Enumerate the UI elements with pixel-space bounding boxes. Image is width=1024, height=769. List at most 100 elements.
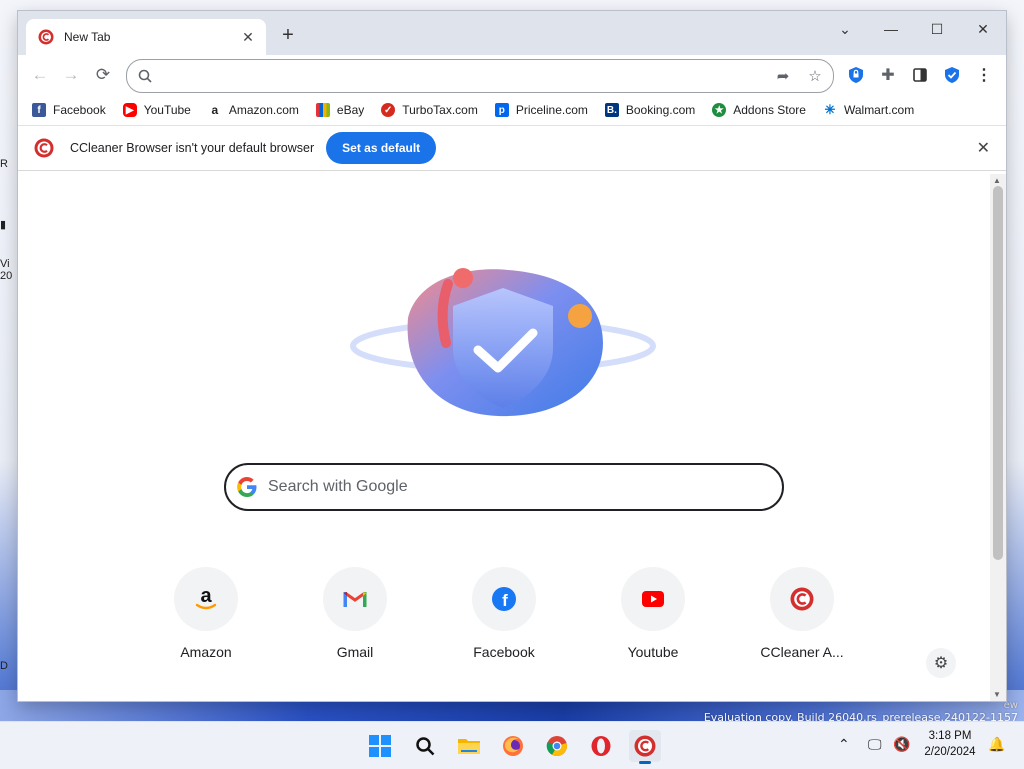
bookmarks-bar: f Facebook ▶ YouTube a Amazon.com eBay ✓ Tur… <box>18 95 1006 125</box>
opera-icon[interactable] <box>585 730 617 762</box>
clock-time: 3:18 PM <box>928 730 972 742</box>
windows-start-icon[interactable] <box>364 730 396 762</box>
bookmark-turbotax[interactable]: ✓ TurboTax.com <box>381 103 478 117</box>
bookmark-booking[interactable]: B. Booking.com <box>604 103 696 117</box>
bookmark-label: Addons Store <box>733 103 806 117</box>
shortcut-facebook[interactable]: f Facebook <box>449 567 559 660</box>
shortcut-youtube[interactable]: Youtube <box>598 567 708 660</box>
desktop-icon-fragment[interactable]: R <box>0 158 18 170</box>
address-bar[interactable]: ➦ ☆ <box>126 59 834 93</box>
shortcut-tile <box>323 567 387 631</box>
desktop-icon-fragment[interactable]: Vi 20 <box>0 258 18 282</box>
minimize-button[interactable]: — <box>868 15 914 43</box>
new-tab-button[interactable]: + <box>276 23 300 47</box>
reload-button[interactable]: ⟳ <box>91 63 115 87</box>
show-hidden-icons-chevron-icon[interactable]: ⌃ <box>838 736 850 753</box>
firefox-icon[interactable] <box>497 730 529 762</box>
desktop-icon-fragment[interactable]: ▮ <box>0 218 18 231</box>
shortcut-tile: a <box>174 567 238 631</box>
ccleaner-browser-taskbar-icon[interactable] <box>629 730 661 764</box>
new-tab-page: a Amazon Gmail f <box>18 174 1006 701</box>
addons-store-icon: ★ <box>712 103 727 117</box>
menu-kebab-icon[interactable]: ⋮ <box>972 63 996 87</box>
shortcut-tile <box>621 567 685 631</box>
bookmark-star-icon[interactable]: ☆ <box>805 66 825 86</box>
search-icon <box>135 66 155 86</box>
shortcut-label: CCleaner A... <box>760 644 844 660</box>
privacy-shield-extension-icon[interactable] <box>844 63 868 87</box>
shortcut-label: Amazon <box>180 644 232 660</box>
network-icon[interactable]: 🖵 <box>868 736 882 753</box>
facebook-icon: f <box>492 587 516 611</box>
scroll-down-arrow-icon[interactable]: ▼ <box>993 690 1001 699</box>
side-panel-icon[interactable] <box>908 63 932 87</box>
bookmark-amazon[interactable]: a Amazon.com <box>207 103 299 117</box>
page-scrollbar[interactable]: ▲ ▼ <box>990 174 1006 701</box>
edition-watermark: ew <box>1003 700 1018 711</box>
shortcut-label: Youtube <box>627 644 679 660</box>
shortcut-tile <box>770 567 834 631</box>
taskbar: ⌃ 🖵 🔇 3:18 PM 2/20/2024 🔔 <box>0 721 1024 769</box>
svg-text:f: f <box>502 591 508 610</box>
google-search-box[interactable] <box>224 463 784 511</box>
turbotax-icon: ✓ <box>381 103 396 117</box>
priceline-icon: p <box>494 103 509 117</box>
address-input[interactable] <box>163 65 767 87</box>
back-button[interactable]: ← <box>28 63 52 87</box>
desktop-icon-fragment[interactable]: D <box>0 660 18 672</box>
bookmark-ebay[interactable]: eBay <box>315 103 364 117</box>
bookmark-label: Priceline.com <box>515 103 588 117</box>
tab-new-tab[interactable]: New Tab ✕ <box>26 19 266 55</box>
shortcut-tile: f <box>472 567 536 631</box>
bookmark-priceline[interactable]: p Priceline.com <box>494 103 588 117</box>
security-shield-icon[interactable] <box>940 63 964 87</box>
close-infobar-icon[interactable]: ✕ <box>977 138 990 158</box>
bookmark-facebook[interactable]: f Facebook <box>32 103 106 117</box>
scrollbar-thumb[interactable] <box>993 186 1003 560</box>
notification-bell-icon[interactable]: 🔔 <box>988 736 1005 753</box>
clock-date: 2/20/2024 <box>924 746 976 758</box>
infobar-message: CCleaner Browser isn't your default brow… <box>70 141 315 155</box>
volume-muted-icon[interactable]: 🔇 <box>893 736 910 753</box>
scroll-up-arrow-icon[interactable]: ▲ <box>993 176 1001 185</box>
security-shield-illustration <box>350 268 656 417</box>
maximize-button[interactable]: ☐ <box>914 15 960 43</box>
search-icon[interactable] <box>409 730 441 762</box>
youtube-icon <box>642 591 664 607</box>
bookmark-walmart[interactable]: ✳ Walmart.com <box>822 102 914 117</box>
ccleaner-icon <box>34 138 54 158</box>
close-window-button[interactable]: ✕ <box>960 15 1006 43</box>
system-clock[interactable]: 3:18 PM 2/20/2024 <box>918 728 982 760</box>
tab-title: New Tab <box>64 30 111 44</box>
customize-gear-icon[interactable]: ⚙ <box>926 648 956 678</box>
search-input[interactable] <box>266 475 760 499</box>
svg-text:a: a <box>200 585 212 607</box>
bookmark-label: Booking.com <box>625 103 696 117</box>
ccleaner-icon <box>790 587 814 611</box>
share-icon[interactable]: ➦ <box>773 66 793 86</box>
chrome-icon[interactable] <box>541 730 573 762</box>
tab-strip: New Tab ✕ + ⌄ — ☐ ✕ <box>18 11 1006 55</box>
bookmark-youtube[interactable]: ▶ YouTube <box>122 103 191 117</box>
extensions-puzzle-icon[interactable]: ✚ <box>876 63 900 87</box>
shortcut-ccleaner[interactable]: CCleaner A... <box>747 567 857 660</box>
bookmark-addons-store[interactable]: ★ Addons Store <box>712 103 806 117</box>
booking-icon: B. <box>604 103 619 117</box>
youtube-icon: ▶ <box>122 103 137 117</box>
toolbar: ← → ⟳ ➦ ☆ ✚ ⋮ <box>18 55 1006 95</box>
amazon-icon: a <box>195 585 217 610</box>
bookmark-label: Facebook <box>53 103 106 117</box>
close-tab-icon[interactable]: ✕ <box>238 27 258 47</box>
set-as-default-button[interactable]: Set as default <box>326 132 437 164</box>
shortcut-amazon[interactable]: a Amazon <box>151 567 261 660</box>
facebook-icon: f <box>32 103 46 117</box>
shortcut-gmail[interactable]: Gmail <box>300 567 410 660</box>
shortcut-label: Facebook <box>473 644 535 660</box>
gmail-icon <box>343 591 367 607</box>
ccleaner-icon <box>38 29 54 45</box>
amazon-icon: a <box>207 103 222 117</box>
forward-button[interactable]: → <box>59 63 83 87</box>
tab-search-chevron-icon[interactable]: ⌄ <box>822 15 868 43</box>
file-explorer-icon[interactable] <box>453 730 485 762</box>
bookmark-label: YouTube <box>143 103 191 117</box>
